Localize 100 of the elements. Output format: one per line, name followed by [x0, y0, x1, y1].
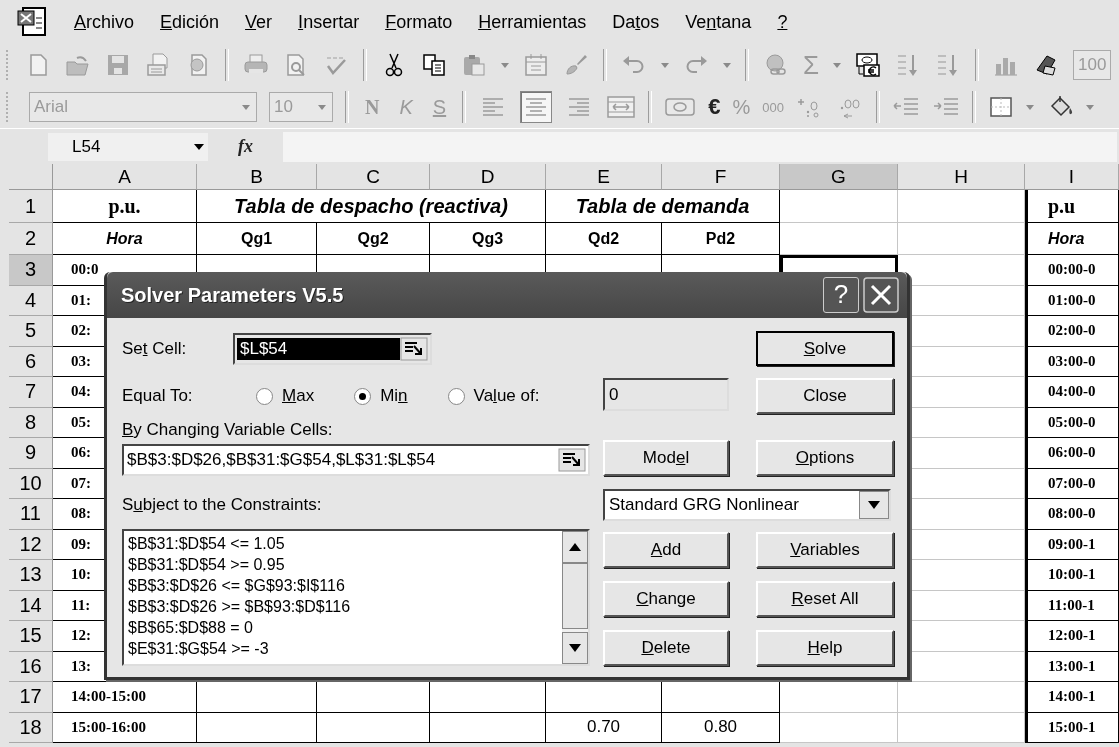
table-cell: p.u.	[53, 190, 197, 223]
dialog-button[interactable]: Change	[603, 581, 729, 617]
menu-item[interactable]: Insertar	[298, 11, 360, 33]
row-header[interactable]: 2	[9, 223, 53, 255]
scroll-up-button[interactable]	[562, 531, 588, 563]
column-header[interactable]: H	[898, 164, 1025, 190]
column-header[interactable]: I	[1025, 164, 1119, 190]
menu-item[interactable]: ?	[777, 11, 788, 33]
table-cell: 11:00-1	[1025, 590, 1119, 621]
menu-item[interactable]: Edición	[160, 11, 220, 33]
spreadsheet-icon[interactable]	[16, 6, 48, 38]
close-icon[interactable]	[863, 277, 899, 313]
row-header[interactable]: 1	[9, 190, 53, 223]
dialog-button[interactable]: Add	[603, 532, 729, 568]
radio-option[interactable]: Min	[354, 386, 408, 406]
globe-link-icon[interactable]	[763, 52, 789, 78]
menu-item[interactable]: Archivo	[74, 11, 135, 33]
row-header[interactable]: 10	[9, 468, 53, 499]
dialog-button[interactable]: Options	[756, 440, 894, 476]
row-header[interactable]: 9	[9, 438, 53, 469]
set-cell-field[interactable]: $L$54	[233, 332, 432, 365]
row-header[interactable]: 14	[9, 590, 53, 621]
column-header[interactable]: F	[662, 164, 780, 190]
merge-cells-icon[interactable]	[606, 94, 637, 120]
function-button[interactable]: fx	[238, 136, 253, 157]
dialog-button[interactable]: Reset All	[756, 581, 894, 617]
menu-item[interactable]: Ventana	[685, 11, 752, 33]
caret-icon[interactable]	[1085, 104, 1094, 110]
down-arrow-icon	[568, 643, 582, 653]
column-header[interactable]: G	[780, 164, 898, 190]
scroll-thumb[interactable]	[562, 563, 588, 629]
dialog-button[interactable]: Help	[756, 630, 894, 666]
caret-icon[interactable]	[833, 62, 842, 68]
cell-reference-icon[interactable]	[558, 448, 586, 472]
row-header[interactable]: 7	[9, 377, 53, 408]
constraints-list[interactable]: $B$31:$D$54 <= 1.05 $B$31:$D$54 >= 0.95 $B$3:$D$26 <= $G$93:$I$116 $B$3:$D$26 >= $B$93:$D$116 $B$65:$D$88 = 0 $E$31:$G$54 >= -3	[122, 529, 590, 666]
table-cell: 06:00-0	[1025, 438, 1119, 469]
dialog-button[interactable]: Variables	[756, 532, 894, 568]
row-header[interactable]: 6	[9, 346, 53, 377]
borders-icon[interactable]	[987, 94, 1014, 120]
cell-reference-icon[interactable]	[400, 336, 428, 361]
scroll-down-button[interactable]	[562, 632, 588, 664]
clipboard-icon[interactable]	[461, 52, 487, 78]
calendar-icon[interactable]	[523, 52, 549, 78]
table-cell: Qg3	[430, 223, 546, 255]
column-header[interactable]: B	[197, 164, 317, 190]
column-header[interactable]: D	[430, 164, 546, 190]
row-header[interactable]: 12	[9, 529, 53, 560]
column-header[interactable]: A	[53, 164, 197, 190]
dialog-button[interactable]: Delete	[603, 630, 729, 666]
table-cell: 0.80	[662, 712, 780, 743]
caret-icon[interactable]	[1025, 104, 1034, 110]
dialog-button[interactable]: Model	[603, 440, 729, 476]
table-cell: 01:00-0	[1025, 285, 1119, 316]
column-header[interactable]: C	[317, 164, 430, 190]
row-header[interactable]: 5	[9, 316, 53, 347]
up-arrow-icon	[568, 542, 582, 552]
row-header[interactable]: 13	[9, 560, 53, 591]
menu-item[interactable]: Datos	[612, 11, 660, 33]
menu-item[interactable]: Formato	[385, 11, 453, 33]
caret-icon[interactable]	[501, 62, 509, 68]
menu-item[interactable]: Herramientas	[478, 11, 587, 33]
column-header[interactable]: E	[546, 164, 662, 190]
dialog-button[interactable]: Solve	[756, 331, 894, 366]
table-cell: 05:00-0	[1025, 407, 1119, 438]
help-button[interactable]: ?	[823, 277, 859, 313]
engine-dropdown[interactable]: Standard GRG Nonlinear	[603, 489, 891, 521]
row-header[interactable]: 4	[9, 285, 53, 316]
row-header[interactable]: 18	[9, 712, 53, 743]
radio-option[interactable]: Max	[256, 386, 315, 406]
currency-conversion-icon[interactable]	[855, 52, 882, 78]
caret-icon	[318, 104, 326, 110]
table-cell: 08:00-0	[1025, 499, 1119, 530]
caret-icon[interactable]	[661, 62, 669, 68]
paintbrush-icon[interactable]	[563, 52, 589, 78]
row-header[interactable]: 11	[9, 499, 53, 530]
row-header[interactable]: 16	[9, 651, 53, 682]
dialog-button[interactable]: Close	[756, 378, 894, 414]
row-header[interactable]: 15	[9, 621, 53, 652]
table-cell: 04:00-0	[1025, 377, 1119, 408]
mail-page-icon[interactable]	[145, 52, 171, 78]
field-label: Equal To:	[122, 386, 194, 406]
row-header[interactable]: 8	[9, 407, 53, 438]
table-cell: 09:00-1	[1025, 529, 1119, 560]
align-center-icon[interactable]	[520, 91, 553, 123]
table-cell: Hora	[53, 223, 197, 255]
row-header[interactable]: 3	[9, 255, 53, 286]
value-field[interactable]: 0	[603, 378, 729, 411]
name-box[interactable]: L54	[48, 132, 208, 161]
radio-option[interactable]: Value of:	[447, 386, 540, 406]
table-cell: Hora	[1025, 223, 1119, 255]
table-cell: 0.70	[546, 712, 662, 743]
changing-cells-field[interactable]: $B$3:$D$26,$B$31:$G$54,$L$31:$L$54	[122, 444, 590, 476]
menu-item[interactable]: Ver	[245, 11, 273, 33]
euro-button[interactable]: €	[708, 94, 721, 120]
table-cell: Tabla de demanda	[546, 190, 780, 223]
row-header[interactable]: 17	[9, 682, 53, 713]
caret-icon[interactable]	[723, 62, 731, 68]
copy-icon[interactable]	[421, 52, 447, 78]
table-cell: 14:00-1	[1025, 682, 1119, 713]
